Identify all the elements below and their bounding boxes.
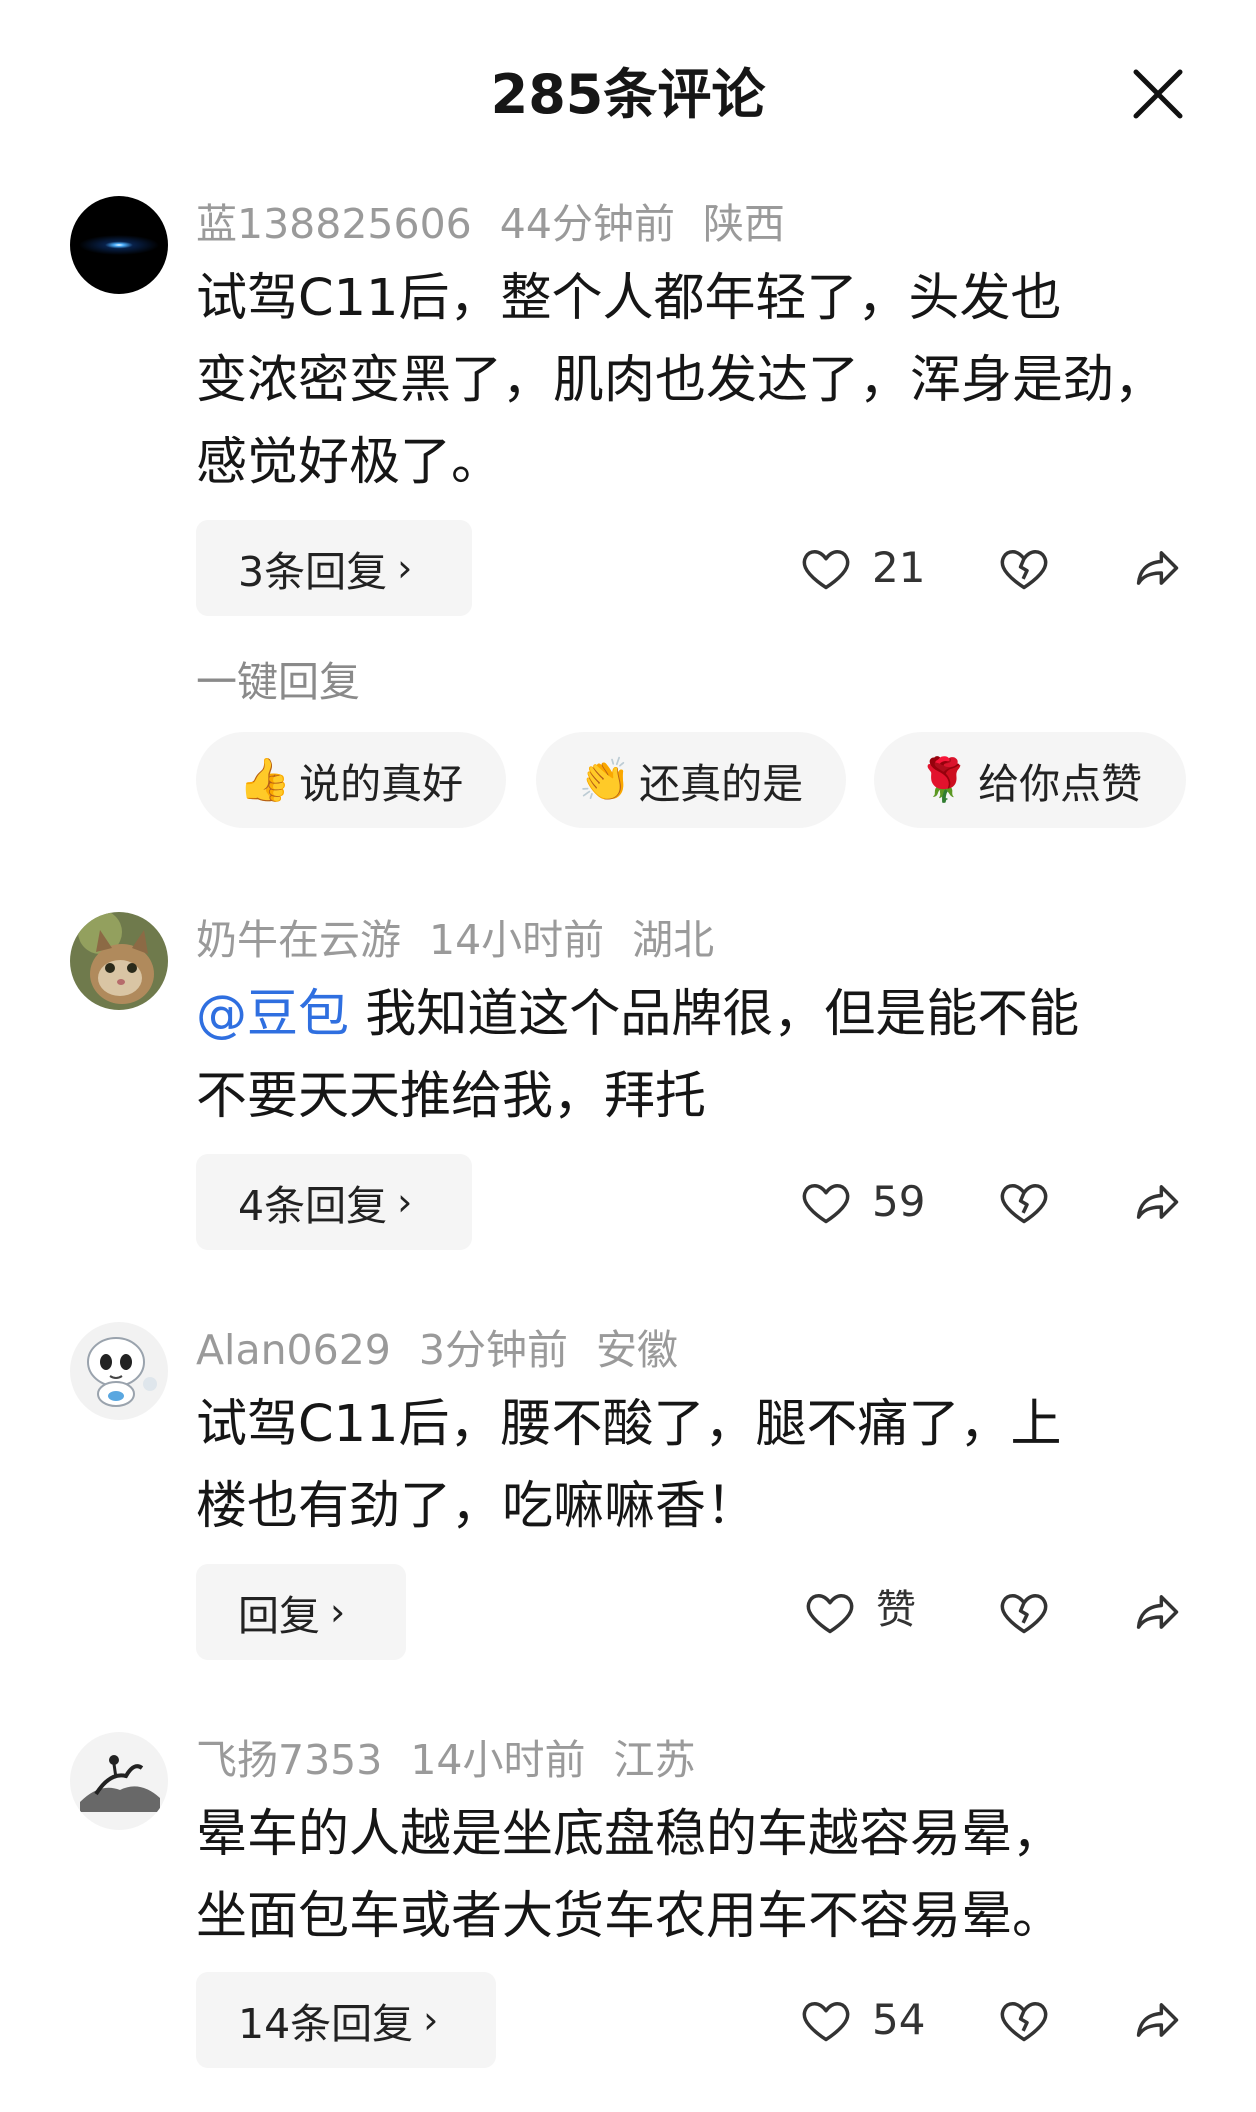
timestamp: 3分钟前 bbox=[418, 1326, 568, 1374]
heart-icon bbox=[806, 1594, 854, 1634]
chevron-right-icon: › bbox=[397, 546, 413, 590]
avatar[interactable] bbox=[70, 912, 168, 1010]
comment-text: 试驾C11后，整个人都年轻了，头发也 变浓密变黑了，肌肉也发达了，浑身是劲， 感… bbox=[196, 269, 1166, 492]
quick-reply-chip[interactable]: 👏 还真的是 bbox=[536, 732, 846, 828]
share-button[interactable] bbox=[1130, 542, 1184, 594]
share-arrow-icon bbox=[1136, 2003, 1179, 2037]
mention-link[interactable]: @豆包 bbox=[196, 985, 349, 1044]
dislike-button[interactable] bbox=[998, 542, 1050, 594]
broken-heart-icon bbox=[1000, 1184, 1048, 1224]
quick-reply-label: 一键回复 bbox=[196, 658, 360, 706]
heart-icon bbox=[802, 2002, 850, 2042]
quick-reply-chip[interactable]: 🌹 给你点赞 bbox=[874, 732, 1186, 828]
comment-text: 晕车的人越是坐底盘稳的车越容易晕， 坐面包车或者大货车农用车不容易晕。 bbox=[196, 1805, 1064, 1946]
dislike-button[interactable] bbox=[998, 1994, 1050, 2046]
chevron-right-icon: › bbox=[423, 1998, 439, 2042]
broken-heart-icon bbox=[1000, 550, 1048, 590]
location: 湖北 bbox=[632, 916, 715, 964]
timestamp: 14小时前 bbox=[429, 916, 605, 964]
comment-text: 试驾C11后，腰不酸了，腿不痛了，上 楼也有劲了，吃嘛嘛香！ bbox=[196, 1395, 1062, 1536]
heart-icon bbox=[802, 550, 850, 590]
username[interactable]: 飞扬7353 bbox=[196, 1736, 382, 1784]
chevron-right-icon: › bbox=[330, 1590, 346, 1634]
like-button[interactable] bbox=[800, 1994, 852, 2046]
share-arrow-icon bbox=[1136, 551, 1179, 585]
location: 陕西 bbox=[702, 200, 785, 248]
reply-button[interactable]: 回复 › bbox=[196, 1564, 406, 1660]
comments-title: 285条评论 bbox=[490, 63, 766, 126]
close-button[interactable] bbox=[1126, 62, 1190, 126]
comment-meta: 蓝138825606 44分钟前 陕西 bbox=[196, 198, 813, 250]
comment-meta: 奶牛在云游 14小时前 湖北 bbox=[196, 914, 742, 966]
timestamp: 14小时前 bbox=[410, 1736, 586, 1784]
like-count: 赞 bbox=[876, 1587, 916, 1633]
location: 安徽 bbox=[595, 1326, 678, 1374]
avatar[interactable] bbox=[70, 196, 168, 294]
username[interactable]: 奶牛在云游 bbox=[196, 916, 401, 964]
share-button[interactable] bbox=[1130, 1994, 1184, 2046]
avatar[interactable] bbox=[70, 1732, 168, 1830]
clapping-hands-icon: 👏 bbox=[578, 755, 632, 804]
quick-reply-chip[interactable]: 👍 说的真好 bbox=[196, 732, 506, 828]
like-count: 54 bbox=[872, 1995, 926, 2044]
location: 江苏 bbox=[613, 1736, 696, 1784]
broken-heart-icon bbox=[1000, 2002, 1048, 2042]
chevron-right-icon: › bbox=[397, 1180, 413, 1224]
view-replies-button[interactable]: 4条回复 › bbox=[196, 1154, 472, 1250]
heart-icon bbox=[802, 1184, 850, 1224]
like-button[interactable] bbox=[800, 1176, 852, 1228]
thumbs-up-icon: 👍 bbox=[238, 755, 292, 804]
comment-text: @豆包 我知道这个品牌很，但是能不能 不要天天推给我，拜托 bbox=[196, 985, 1080, 1126]
comments-header: 285条评论 bbox=[0, 0, 1256, 180]
like-button[interactable] bbox=[800, 542, 852, 594]
share-button[interactable] bbox=[1130, 1176, 1184, 1228]
like-count: 59 bbox=[872, 1177, 926, 1226]
broken-heart-icon bbox=[1000, 1594, 1048, 1634]
comment-meta: Alan0629 3分钟前 安徽 bbox=[196, 1324, 706, 1376]
username[interactable]: 蓝138825606 bbox=[196, 200, 472, 248]
rose-icon: 🌹 bbox=[917, 755, 971, 804]
share-arrow-icon bbox=[1136, 1185, 1179, 1219]
avatar[interactable] bbox=[70, 1322, 168, 1420]
like-count: 21 bbox=[872, 543, 926, 592]
dislike-button[interactable] bbox=[998, 1176, 1050, 1228]
view-replies-button[interactable]: 14条回复 › bbox=[196, 1972, 496, 2068]
like-button[interactable] bbox=[804, 1586, 856, 1638]
share-arrow-icon bbox=[1136, 1595, 1179, 1629]
close-icon bbox=[1133, 69, 1183, 119]
timestamp: 44分钟前 bbox=[499, 200, 675, 248]
dislike-button[interactable] bbox=[998, 1586, 1050, 1638]
share-button[interactable] bbox=[1130, 1586, 1184, 1638]
view-replies-button[interactable]: 3条回复 › bbox=[196, 520, 472, 616]
comment-meta: 飞扬7353 14小时前 江苏 bbox=[196, 1734, 724, 1786]
username[interactable]: Alan0629 bbox=[196, 1326, 391, 1374]
